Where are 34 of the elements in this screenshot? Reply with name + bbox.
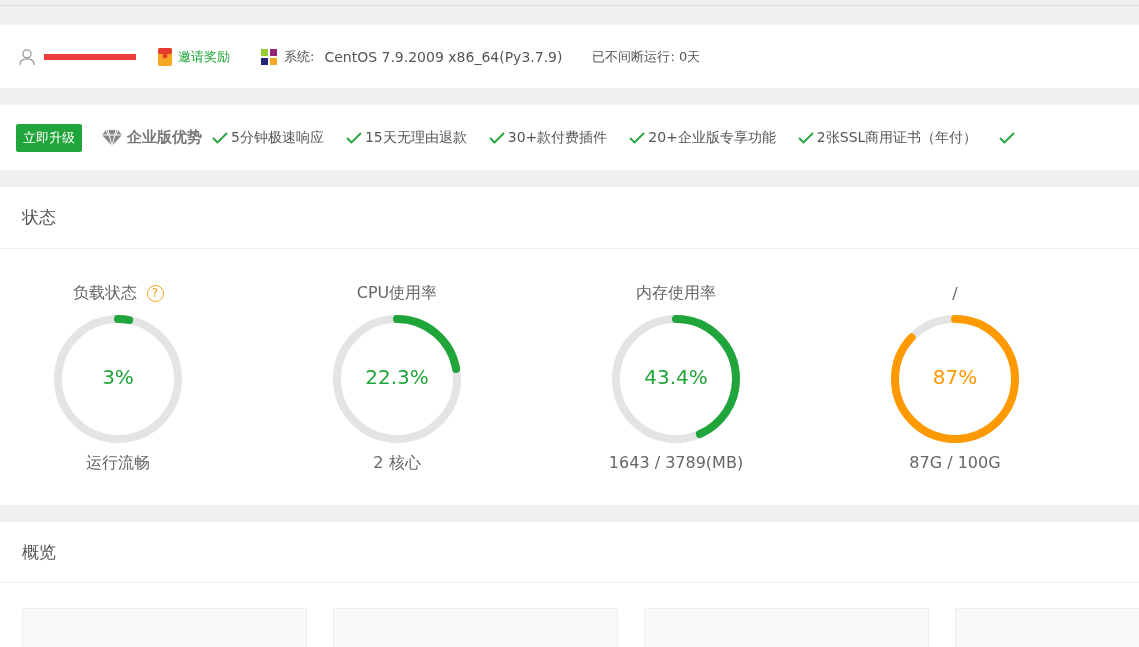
gauge-title: 负载状态 (72, 282, 137, 304)
gauge-value: 22.3% (364, 365, 430, 389)
envelope-icon (158, 47, 172, 66)
check-icon (629, 131, 646, 144)
system-value: CentOS 7.9.2009 x86_64(Py3.7.9) (324, 48, 563, 65)
feature-text: 2张SSL商用证书（年付） (816, 128, 978, 147)
section-title: 状态 (22, 206, 56, 229)
gauge-caption: 1643 / 3789(MB) (608, 453, 744, 472)
gauge-title: / (952, 283, 958, 303)
gauge-value: 43.4% (643, 365, 709, 389)
section-title: 概览 (22, 540, 56, 564)
system-label: 系统: (284, 47, 315, 66)
feature-text: 30+款付费插件 (507, 128, 608, 147)
user-icon (18, 47, 36, 66)
system-logo-icon (260, 47, 278, 66)
check-icon (345, 131, 362, 144)
feature-text: 5分钟极速响应 (231, 128, 324, 147)
check-icon (797, 131, 814, 144)
gauge-caption: 运行流畅 (86, 453, 150, 474)
feature-text: 15天无理由退款 (364, 128, 467, 147)
gauge-value: 87% (931, 365, 979, 389)
gauge-caption: 2 核心 (373, 453, 421, 474)
feature-text: 20+企业版专享功能 (648, 128, 776, 147)
check-icon (212, 131, 228, 144)
gauge-title: 内存使用率 (636, 282, 716, 304)
invite-link[interactable]: 邀请奖励 (178, 47, 230, 66)
gauge-title: CPU使用率 (356, 282, 438, 304)
upgrade-button[interactable]: 立即升级 (16, 123, 82, 152)
check-icon (488, 131, 505, 144)
enterprise-title: 企业版优势 (127, 128, 202, 147)
diamond-icon (102, 128, 122, 147)
gauge-value: 3% (101, 365, 135, 389)
uptime-text: 已不间断运行: 0天 (592, 47, 701, 66)
gauge-caption: 87G / 100G (909, 453, 1001, 472)
